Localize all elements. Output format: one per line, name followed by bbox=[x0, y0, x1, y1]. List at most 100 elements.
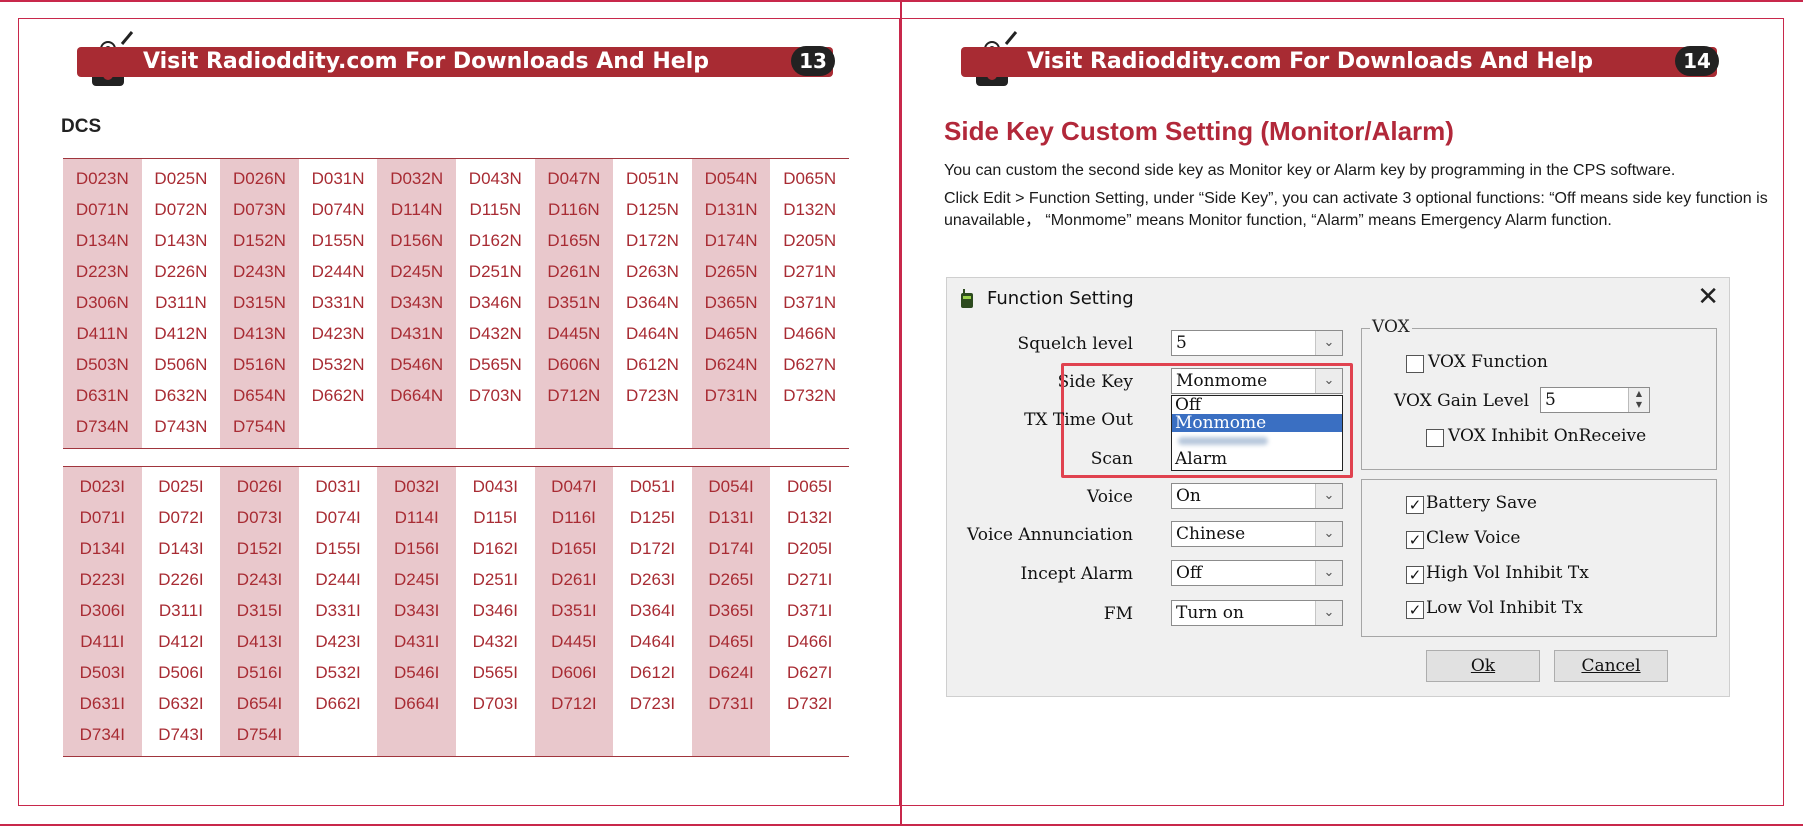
dcs-code-cell: D331N bbox=[311, 292, 365, 312]
dcs-code-cell: D532I bbox=[315, 662, 361, 682]
clew-voice-checkbox[interactable]: ✓ bbox=[1406, 531, 1424, 549]
spinner-arrows-icon[interactable]: ▲ ▼ bbox=[1628, 388, 1649, 412]
dcs-code-cell: D743N bbox=[154, 416, 208, 436]
right-page: Visit Radioddity.com For Downloads And H… bbox=[900, 0, 1803, 826]
dcs-code-cell: D226N bbox=[154, 261, 208, 281]
code-table-row: D223I D226I D243I D244I D245I D251I D261I D263I… bbox=[63, 564, 849, 595]
dcs-code-cell: D251I bbox=[472, 569, 518, 589]
dcs-code-cell: D606N bbox=[534, 349, 614, 380]
dcs-code-cell: D343N bbox=[377, 287, 456, 318]
dcs-code-cell: D743I bbox=[158, 724, 204, 744]
dcs-code-cell bbox=[299, 719, 378, 757]
dcs-code-cell: D074N bbox=[311, 199, 365, 219]
dcs-code-cell: D244I bbox=[315, 569, 361, 589]
dcs-code-cell: D346I bbox=[472, 600, 518, 620]
dcs-code-cell: D162N bbox=[468, 230, 522, 250]
vox-function-checkbox[interactable] bbox=[1406, 355, 1424, 373]
dcs-code-cell: D664N bbox=[377, 380, 456, 411]
dcs-code-cell: D155N bbox=[311, 230, 365, 250]
fm-value: Turn on bbox=[1176, 603, 1244, 623]
dcs-code-cell: D627I bbox=[786, 662, 833, 682]
chevron-down-icon[interactable]: ⌄ bbox=[1315, 484, 1342, 508]
header-banner: Visit Radioddity.com For Downloads And H… bbox=[77, 46, 835, 77]
code-table-row: D023N D025N D026N D031N D032N D043N D047N D051N… bbox=[63, 158, 849, 194]
vox-inhibit-label: VOX Inhibit OnReceive bbox=[1448, 426, 1647, 446]
dcs-code-cell: D047I bbox=[534, 466, 614, 502]
dcs-code-cell: D654N bbox=[220, 380, 299, 411]
dcs-code-cell: D245I bbox=[377, 564, 456, 595]
dcs-code-cell: D632N bbox=[154, 385, 208, 405]
low-vol-inhibit-checkbox[interactable]: ✓ bbox=[1406, 601, 1424, 619]
dcs-code-cell: D115N bbox=[469, 199, 522, 219]
code-table-row: D134N D143N D152N D155N D156N D162N D165N D172N… bbox=[63, 225, 849, 256]
dcs-code-cell: D261N bbox=[534, 256, 614, 287]
chevron-down-icon[interactable]: ⌄ bbox=[1315, 601, 1342, 625]
dcs-code-cell: D466I bbox=[786, 631, 833, 651]
incept-alarm-select[interactable]: Off ⌄ bbox=[1171, 560, 1343, 586]
cancel-button[interactable]: Cancel bbox=[1554, 650, 1668, 682]
dcs-code-cell: D245N bbox=[377, 256, 456, 287]
vox-inhibit-checkbox[interactable] bbox=[1426, 429, 1444, 447]
dcs-code-cell: D432N bbox=[468, 323, 522, 343]
dcs-code-cell: D065N bbox=[783, 168, 837, 188]
high-vol-inhibit-checkbox[interactable]: ✓ bbox=[1406, 566, 1424, 584]
dcs-code-cell: D464I bbox=[629, 631, 676, 651]
chevron-down-icon[interactable]: ⌄ bbox=[1315, 331, 1342, 355]
dcs-code-cell: D114N bbox=[377, 194, 456, 225]
dcs-code-cell: D565I bbox=[472, 662, 518, 682]
dcs-code-cell: D162I bbox=[472, 538, 518, 558]
dcs-code-cell: D223I bbox=[63, 564, 142, 595]
dcs-code-cell: D503I bbox=[63, 657, 142, 688]
dcs-code-cell: D431N bbox=[377, 318, 456, 349]
vox-function-label: VOX Function bbox=[1428, 352, 1548, 372]
voice-annunciation-select[interactable]: Chinese ⌄ bbox=[1171, 521, 1343, 547]
left-page: Visit Radioddity.com For Downloads And H… bbox=[0, 0, 900, 826]
code-table-row: D631I D632I D654I D662I D664I D703I D712I D723I… bbox=[63, 688, 849, 719]
dcs-code-cell: D152I bbox=[220, 533, 299, 564]
squelch-level-select[interactable]: 5 ⌄ bbox=[1171, 330, 1343, 356]
battery-save-checkbox[interactable]: ✓ bbox=[1406, 496, 1424, 514]
dcs-code-cell: D532N bbox=[311, 354, 365, 374]
code-table-row: D071I D072I D073I D074I D114I D115I D116I D125I… bbox=[63, 502, 849, 533]
chevron-down-icon[interactable]: ⌄ bbox=[1315, 522, 1342, 546]
dcs-code-cell bbox=[377, 411, 456, 449]
dcs-code-cell: D311I bbox=[158, 600, 203, 620]
dcs-code-cell: D165I bbox=[534, 533, 614, 564]
voice-label: Voice bbox=[1087, 487, 1133, 507]
dcs-code-cell: D664I bbox=[377, 688, 456, 719]
dcs-code-cell: D065I bbox=[786, 476, 833, 496]
dcs-code-cell: D243I bbox=[220, 564, 299, 595]
fm-label: FM bbox=[1103, 604, 1133, 624]
dcs-code-cell: D134N bbox=[63, 225, 142, 256]
dcs-code-cell bbox=[613, 719, 692, 757]
spin-down-icon[interactable]: ▼ bbox=[1629, 399, 1649, 410]
vox-group-title: VOX bbox=[1370, 317, 1412, 337]
dcs-code-cell: D351I bbox=[534, 595, 614, 626]
fm-select[interactable]: Turn on ⌄ bbox=[1171, 600, 1343, 626]
dcs-code-cell: D026N bbox=[220, 158, 299, 194]
squelch-level-value: 5 bbox=[1176, 333, 1187, 353]
dcs-code-cell: D516I bbox=[220, 657, 299, 688]
dcs-code-cell: D631I bbox=[63, 688, 142, 719]
scan-label: Scan bbox=[1090, 449, 1133, 469]
chevron-down-icon[interactable]: ⌄ bbox=[1315, 561, 1342, 585]
dcs-code-cell: D331I bbox=[315, 600, 361, 620]
dcs-code-cell: D466N bbox=[783, 323, 837, 343]
dcs-code-cell: D263N bbox=[625, 261, 679, 281]
voice-select[interactable]: On ⌄ bbox=[1171, 483, 1343, 509]
vox-gain-level-spinner[interactable]: 5 ▲ ▼ bbox=[1540, 387, 1650, 413]
spin-up-icon[interactable]: ▲ bbox=[1629, 388, 1649, 399]
code-table-row: D306I D311I D315I D331I D343I D346I D351I D364I… bbox=[63, 595, 849, 626]
dcs-code-cell: D365I bbox=[691, 595, 771, 626]
dcs-code-cell bbox=[691, 719, 771, 757]
ok-button[interactable]: Ok bbox=[1426, 650, 1540, 682]
dcs-code-cell: D546N bbox=[377, 349, 456, 380]
dcs-code-cell: D134I bbox=[63, 533, 142, 564]
dcs-code-cell: D431I bbox=[377, 626, 456, 657]
close-icon[interactable]: ✕ bbox=[1697, 282, 1719, 312]
dcs-code-cell: D263I bbox=[629, 569, 676, 589]
dcs-code-cell: D506I bbox=[158, 662, 204, 682]
dcs-code-cell: D271I bbox=[786, 569, 833, 589]
dcs-code-cell: D205N bbox=[783, 230, 837, 250]
clew-voice-label: Clew Voice bbox=[1426, 528, 1521, 548]
